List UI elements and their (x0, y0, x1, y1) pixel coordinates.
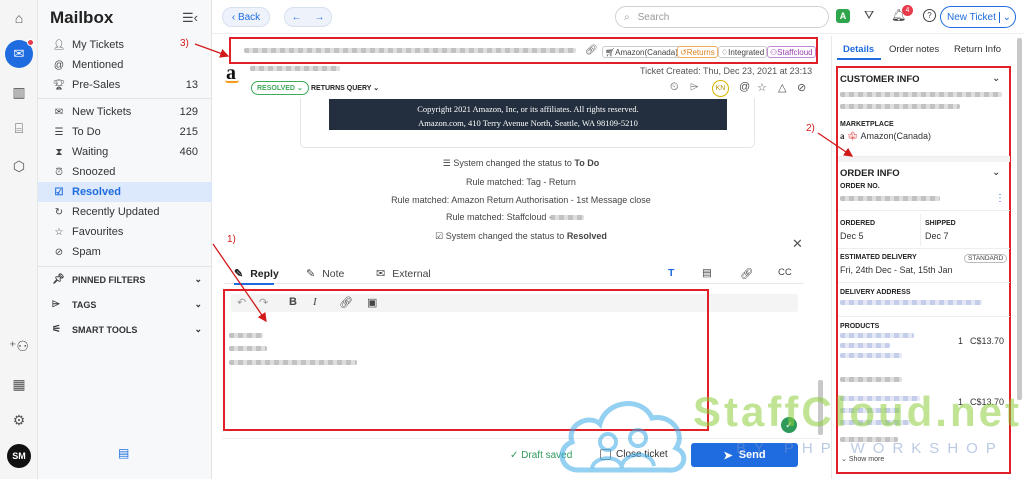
arrow-1 (212, 243, 267, 323)
annotation-arrows (194, 43, 854, 323)
arrow-2 (817, 132, 854, 157)
arrow-3 (194, 43, 230, 58)
